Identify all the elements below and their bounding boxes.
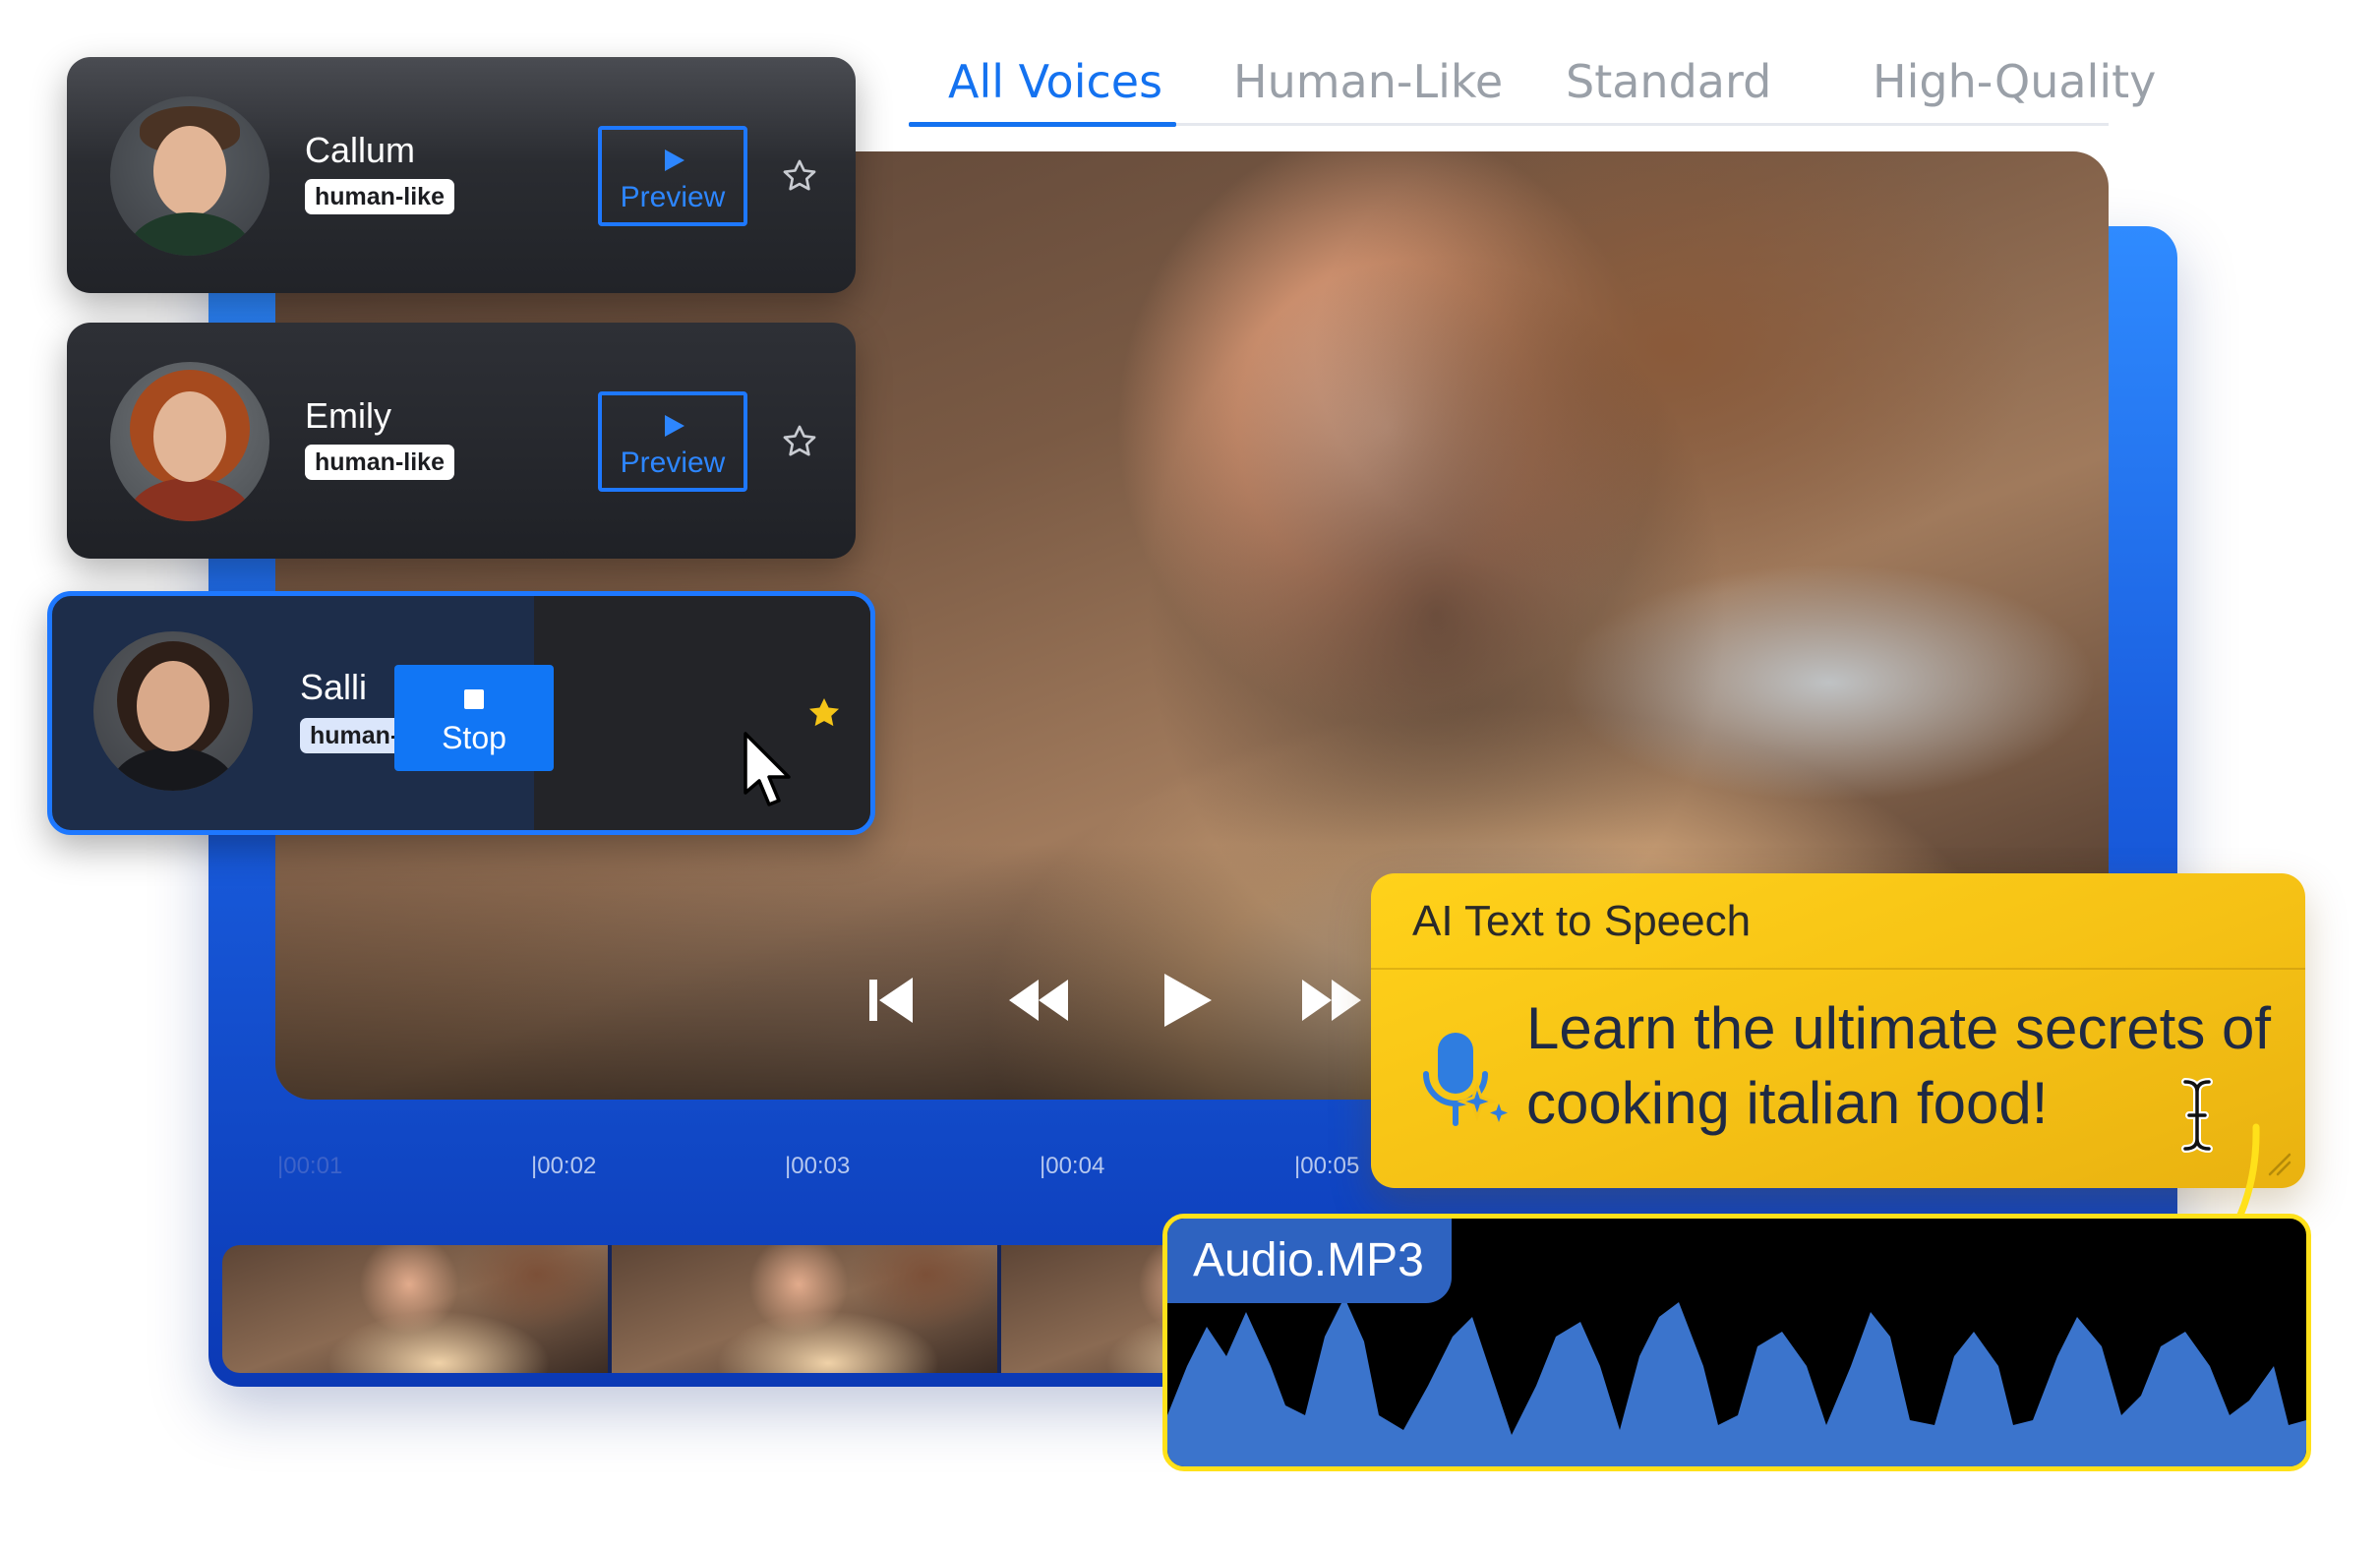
- mouse-pointer-icon: [740, 730, 803, 812]
- play-icon: [665, 415, 684, 437]
- tab-human-like[interactable]: Human-Like: [1233, 55, 1503, 108]
- timeline-tick: |00:05: [1294, 1153, 1360, 1179]
- audio-track[interactable]: Audio.MP3: [1162, 1214, 2311, 1471]
- rewind-icon[interactable]: [1003, 966, 1072, 1035]
- play-icon: [665, 149, 684, 171]
- voice-name: Emily: [305, 395, 391, 436]
- voice-tag-badge: human-like: [305, 445, 454, 480]
- avatar: [110, 362, 269, 521]
- ai-voice-icon: [1416, 1029, 1513, 1137]
- timeline-tick: |00:01: [277, 1153, 343, 1179]
- tab-standard[interactable]: Standard: [1566, 55, 1771, 108]
- tab-high-quality[interactable]: High-Quality: [1873, 55, 2156, 108]
- stop-button[interactable]: Stop: [394, 665, 554, 771]
- stop-icon: [464, 689, 484, 709]
- video-thumbnail: [612, 1245, 1001, 1373]
- tts-title: AI Text to Speech: [1412, 897, 1752, 945]
- audio-file-label: Audio.MP3: [1167, 1219, 1452, 1303]
- preview-button-label: Preview: [620, 447, 726, 479]
- star-icon[interactable]: [781, 157, 818, 195]
- voice-name: Salli: [300, 667, 368, 707]
- avatar: [110, 96, 269, 256]
- skip-back-icon[interactable]: [856, 966, 924, 1035]
- preview-button[interactable]: Preview: [598, 126, 747, 226]
- voice-card-emily[interactable]: Emily human-like Preview: [67, 323, 856, 559]
- play-icon[interactable]: [1151, 966, 1220, 1035]
- timeline-tick: |00:03: [785, 1153, 851, 1179]
- video-thumbnail: [222, 1245, 612, 1373]
- voice-tag-badge: human-like: [305, 179, 454, 214]
- stop-button-label: Stop: [442, 720, 506, 755]
- star-filled-icon[interactable]: [805, 694, 843, 732]
- timeline-tick: |00:04: [1040, 1153, 1105, 1179]
- star-icon[interactable]: [781, 423, 818, 460]
- video-thumbnail: [1001, 1245, 1166, 1373]
- video-filmstrip[interactable]: [222, 1245, 1166, 1373]
- fast-forward-icon[interactable]: [1298, 966, 1367, 1035]
- active-tab-indicator: [909, 122, 1176, 127]
- playback-controls: [856, 966, 1367, 1035]
- preview-button-label: Preview: [620, 181, 726, 213]
- voice-name: Callum: [305, 130, 416, 170]
- divider: [1371, 968, 2305, 970]
- preview-button[interactable]: Preview: [598, 391, 747, 492]
- voice-category-tabs: All Voices Human-Like Standard High-Qual…: [909, 49, 2156, 127]
- voice-card-callum[interactable]: Callum human-like Preview: [67, 57, 856, 293]
- timeline-tick: |00:02: [531, 1153, 597, 1179]
- avatar: [93, 631, 253, 791]
- tab-all-voices[interactable]: All Voices: [948, 55, 1162, 108]
